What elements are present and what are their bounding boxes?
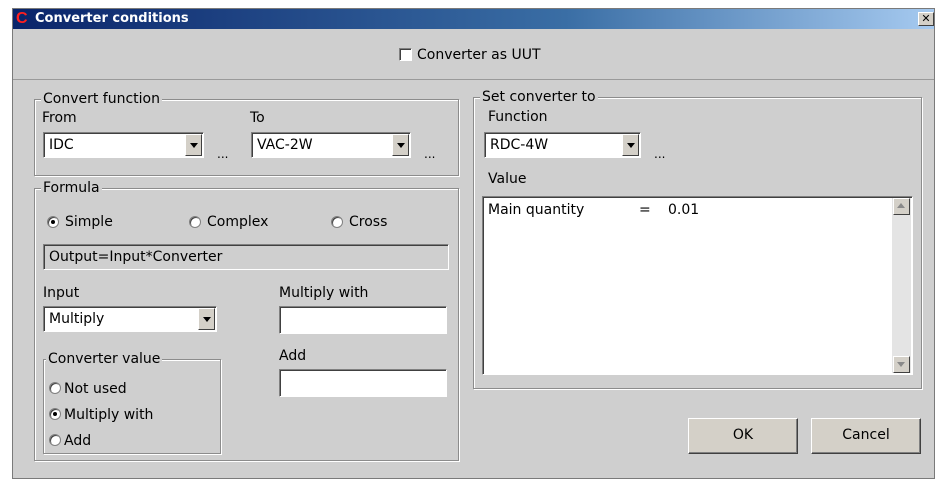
formula-expression: Output=Input*Converter: [43, 244, 449, 270]
function-dropdown[interactable]: RDC-4W: [484, 132, 641, 158]
chevron-down-icon[interactable]: [185, 134, 202, 156]
multiply-with-radio-label[interactable]: Multiply with: [64, 407, 153, 423]
function-value: RDC-4W: [490, 137, 549, 153]
not-used-radio[interactable]: [49, 382, 61, 394]
complex-radio[interactable]: [189, 216, 201, 228]
chevron-down-icon[interactable]: [622, 134, 639, 156]
formula-legend: Formula: [41, 180, 102, 196]
add-input[interactable]: [279, 369, 447, 397]
complex-radio-label[interactable]: Complex: [207, 214, 268, 230]
from-value: IDC: [49, 137, 74, 153]
formula-group: Formula Simple Complex Cross Output=Inpu…: [34, 180, 459, 461]
cancel-button[interactable]: Cancel: [811, 418, 921, 454]
input-dropdown[interactable]: Multiply: [43, 306, 217, 332]
to-browse-button[interactable]: ...: [424, 146, 435, 162]
converter-value-legend: Converter value: [46, 351, 163, 367]
to-label: To: [250, 110, 265, 126]
cross-radio-label[interactable]: Cross: [349, 214, 387, 230]
from-browse-button[interactable]: ...: [217, 146, 228, 162]
window-title: Converter conditions: [35, 11, 189, 26]
input-label: Input: [43, 285, 80, 301]
quantity-equals: =: [639, 202, 651, 218]
converter-conditions-dialog: C Converter conditions ✕ Converter as UU…: [12, 8, 935, 479]
ok-button[interactable]: OK: [688, 418, 798, 454]
list-item[interactable]: Main quantity = 0.01: [488, 201, 888, 219]
title-bar[interactable]: C Converter conditions ✕: [13, 9, 934, 29]
set-converter-legend: Set converter to: [480, 89, 598, 105]
chevron-down-icon[interactable]: [392, 134, 409, 156]
quantity-name: Main quantity: [488, 202, 585, 218]
value-list-scrollbar[interactable]: [892, 198, 911, 373]
quantity-value: 0.01: [668, 202, 700, 218]
set-converter-group: Set converter to Function RDC-4W ... Val…: [473, 89, 922, 389]
value-list[interactable]: Main quantity = 0.01: [482, 196, 913, 375]
multiply-with-radio[interactable]: [49, 408, 61, 420]
to-dropdown[interactable]: VAC-2W: [251, 132, 411, 158]
uut-checkbox[interactable]: [399, 48, 412, 61]
scroll-down-arrow-icon[interactable]: [893, 356, 910, 373]
to-value: VAC-2W: [257, 137, 313, 153]
multiply-with-label: Multiply with: [279, 285, 369, 301]
simple-radio-label[interactable]: Simple: [65, 214, 113, 230]
from-label: From: [42, 110, 77, 126]
converter-app-icon: C: [16, 10, 28, 27]
value-label: Value: [488, 171, 527, 187]
close-icon[interactable]: ✕: [918, 12, 934, 26]
add-radio[interactable]: [49, 434, 61, 446]
not-used-radio-label[interactable]: Not used: [64, 381, 127, 397]
add-radio-label[interactable]: Add: [64, 433, 91, 449]
function-label: Function: [488, 109, 548, 125]
converter-value-group: Converter value Not used Multiply with A…: [43, 351, 221, 454]
convert-function-group: Convert function From IDC ... To VAC-2W …: [34, 91, 459, 176]
uut-checkbox-label[interactable]: Converter as UUT: [417, 47, 541, 63]
from-dropdown[interactable]: IDC: [43, 132, 204, 158]
function-browse-button[interactable]: ...: [654, 146, 665, 162]
cross-radio[interactable]: [331, 216, 343, 228]
convert-function-legend: Convert function: [41, 91, 162, 107]
simple-radio[interactable]: [47, 216, 59, 228]
input-value: Multiply: [49, 311, 105, 327]
uut-bar: Converter as UUT: [13, 30, 934, 80]
add-label: Add: [279, 348, 307, 364]
chevron-down-icon[interactable]: [198, 308, 215, 330]
scroll-up-arrow-icon[interactable]: [893, 198, 910, 215]
multiply-with-input[interactable]: [279, 306, 447, 334]
